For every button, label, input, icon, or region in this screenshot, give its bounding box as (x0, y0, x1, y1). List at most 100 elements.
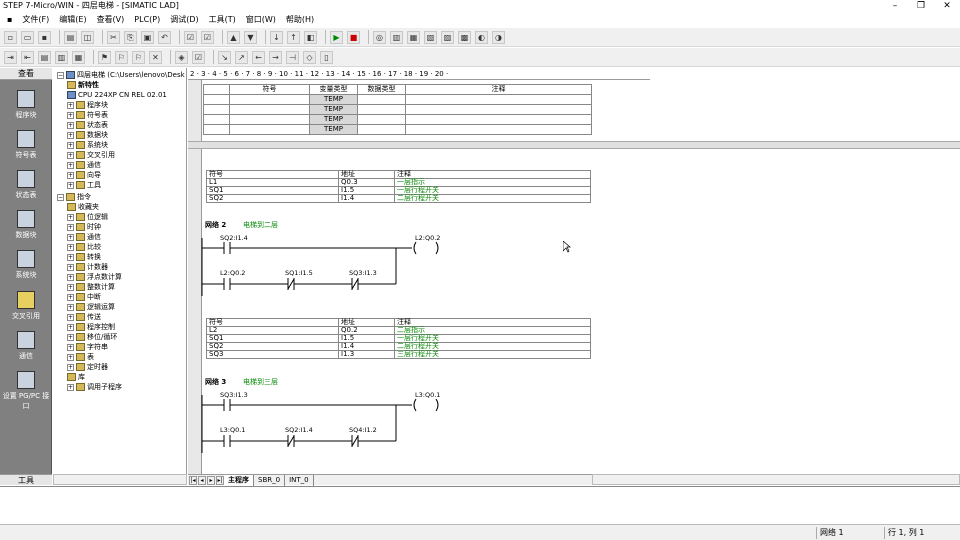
prev-tab-icon[interactable]: ◂ (198, 475, 206, 485)
next-bookmark-icon[interactable]: ⚐ (115, 50, 128, 64)
menu-edit[interactable]: 编辑(E) (54, 13, 91, 27)
clear-bookmark-icon[interactable]: ✕ (149, 50, 162, 64)
close-icon[interactable]: ✕ (934, 0, 960, 13)
nav-program-block[interactable]: 程序块 (0, 90, 52, 120)
expand-icon[interactable]: + (67, 121, 74, 129)
network-2-ladder[interactable] (200, 238, 460, 298)
expand-icon[interactable]: + (67, 263, 74, 271)
nav-data-block[interactable]: 数据块 (0, 210, 52, 240)
expand-icon[interactable]: + (67, 223, 74, 231)
expand-icon[interactable]: + (67, 161, 74, 169)
expand-icon[interactable]: + (67, 253, 74, 261)
network-2-title[interactable]: 网络 2 (205, 220, 226, 230)
expand-icon[interactable]: + (67, 273, 74, 281)
expand-icon[interactable]: + (67, 303, 74, 311)
expand-icon[interactable]: + (67, 313, 74, 321)
tree-item[interactable]: + 整数计算 (67, 282, 115, 292)
tree-item[interactable]: + 转换 (67, 252, 101, 262)
tree-item[interactable]: + 符号表 (67, 110, 108, 120)
tree-scrollbar[interactable] (53, 474, 187, 485)
open-icon[interactable]: ▭ (21, 30, 34, 44)
view-stl-icon[interactable]: ▥ (55, 50, 68, 64)
box-icon[interactable]: ▯ (320, 50, 333, 64)
tree-item[interactable]: 库 (67, 372, 85, 382)
tree-item[interactable]: + 比较 (67, 242, 101, 252)
local-variable-table[interactable]: 符号 变量类型 数据类型 注释 TEMP TEMP TEMP TEMP (203, 84, 592, 135)
pause-trend-icon[interactable]: ▥ (390, 30, 403, 44)
minimize-icon[interactable]: – (882, 0, 908, 13)
single-read-icon[interactable]: ▦ (407, 30, 420, 44)
cut-icon[interactable]: ✂ (107, 30, 120, 44)
collapse-icon[interactable]: − (57, 71, 64, 79)
right-line-icon[interactable]: → (269, 50, 282, 64)
left-line-icon[interactable]: ← (252, 50, 265, 64)
tree-item[interactable]: − 指令 (57, 192, 91, 202)
view-fbd-icon[interactable]: ▦ (72, 50, 85, 64)
nav-communications[interactable]: 通信 (0, 331, 52, 361)
paste-icon[interactable]: ▣ (141, 30, 154, 44)
nav-cross-reference[interactable]: 交叉引用 (0, 291, 52, 321)
tab-int0[interactable]: INT_0 (285, 474, 314, 486)
tab-sbr0[interactable]: SBR_0 (254, 474, 286, 486)
tab-main[interactable]: 主程序 (224, 474, 254, 486)
tree-item[interactable]: + 时钟 (67, 222, 101, 232)
read-forced-icon[interactable]: ◐ (475, 30, 488, 44)
tree-item[interactable]: + 数据块 (67, 130, 108, 140)
menu-help[interactable]: 帮助(H) (281, 13, 319, 27)
network-2-comment[interactable]: 电梯到二层 (243, 220, 278, 230)
tree-item[interactable]: + 程序控制 (67, 322, 115, 332)
bookmark-icon[interactable]: ⚑ (98, 50, 111, 64)
expand-icon[interactable]: + (67, 283, 74, 291)
run-icon[interactable]: ▶ (330, 30, 343, 44)
coil-icon[interactable]: ◇ (303, 50, 316, 64)
table-row[interactable]: TEMP (203, 114, 592, 125)
nav-status-chart[interactable]: 状态表 (0, 170, 52, 200)
network-3-title[interactable]: 网络 3 (205, 377, 226, 387)
table-row[interactable]: TEMP (203, 104, 592, 115)
menu-plc[interactable]: PLC(P) (129, 13, 165, 27)
menu-debug[interactable]: 调试(D) (165, 13, 203, 27)
menu-tools[interactable]: 工具(T) (204, 13, 241, 27)
indent-icon[interactable]: ⇥ (4, 50, 17, 64)
tree-item[interactable]: 新特性 (67, 80, 99, 90)
write-all-icon[interactable]: ▧ (424, 30, 437, 44)
expand-icon[interactable]: + (67, 323, 74, 331)
print-icon[interactable]: ▤ (64, 30, 77, 44)
menu-view[interactable]: 查看(V) (92, 13, 130, 27)
tree-item[interactable]: + 调用子程序 (67, 382, 122, 392)
expand-icon[interactable]: + (67, 111, 74, 119)
upload-icon[interactable]: ▲ (227, 30, 240, 44)
expand-icon[interactable]: + (67, 141, 74, 149)
new-icon[interactable]: ▫ (4, 30, 17, 44)
tree-item[interactable]: + 向导 (67, 170, 101, 180)
options-icon[interactable]: ◧ (304, 30, 317, 44)
trend-icon[interactable]: ◑ (492, 30, 505, 44)
tree-item[interactable]: 收藏夹 (67, 202, 99, 212)
nav-set-pgpc[interactable]: 设置 PG/PC 接口 (0, 371, 52, 411)
table-row[interactable]: TEMP (203, 94, 592, 105)
tree-item[interactable]: + 交叉引用 (67, 150, 115, 160)
first-tab-icon[interactable]: |◂ (189, 475, 197, 485)
symbol-addressing-icon[interactable]: ◈ (175, 50, 188, 64)
tree-root[interactable]: − 四层电梯 (C:\Users\lenovo\Desk (57, 70, 185, 80)
tree-item[interactable]: CPU 224XP CN REL 02.01 (67, 90, 167, 100)
tree-item[interactable]: + 表 (67, 352, 94, 362)
expand-icon[interactable]: + (67, 181, 74, 189)
outdent-icon[interactable]: ⇤ (21, 50, 34, 64)
expand-icon[interactable]: + (67, 233, 74, 241)
tree-item[interactable]: + 逻辑运算 (67, 302, 115, 312)
tree-item[interactable]: + 系统块 (67, 140, 108, 150)
expand-icon[interactable]: + (67, 333, 74, 341)
output-window[interactable] (0, 486, 960, 524)
download-icon[interactable]: ▼ (244, 30, 257, 44)
nav-system-block[interactable]: 系统块 (0, 250, 52, 280)
tree-item[interactable]: + 中断 (67, 292, 101, 302)
compile-all-icon[interactable]: ☑ (201, 30, 214, 44)
tree-item[interactable]: + 通信 (67, 160, 101, 170)
symbol-table-icon[interactable]: ☑ (192, 50, 205, 64)
preview-icon[interactable]: ◫ (81, 30, 94, 44)
next-tab-icon[interactable]: ▸ (207, 475, 215, 485)
prev-bookmark-icon[interactable]: ⚐ (132, 50, 145, 64)
undo-icon[interactable]: ↶ (158, 30, 171, 44)
nav-footer[interactable]: 工具 (0, 474, 52, 485)
